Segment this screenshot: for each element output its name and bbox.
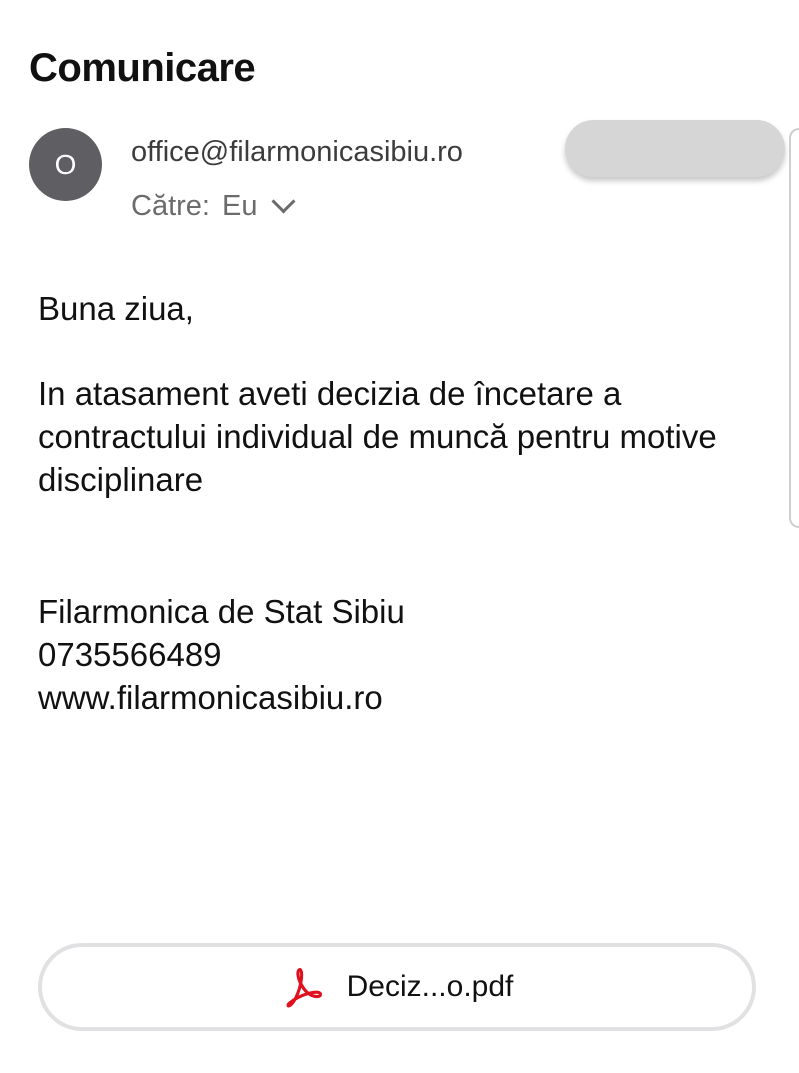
email-greeting: Buna ziua, <box>38 290 194 327</box>
recipient-value: Eu <box>221 190 258 222</box>
avatar-initial: O <box>54 148 77 180</box>
recipient-label: Către: <box>131 190 210 222</box>
signature-name: Filarmonica de Stat Sibiu <box>38 593 405 630</box>
signature-phone[interactable]: 0735566489 <box>38 633 222 676</box>
email-message: In atasament aveti decizia de încetare a… <box>38 375 717 498</box>
email-subject: Comunicare <box>29 46 256 90</box>
redacted-area <box>565 120 785 177</box>
attachment-button[interactable]: Deciz...o.pdf <box>38 943 756 1031</box>
sender-address[interactable]: office@filarmonicasibiu.ro <box>131 136 463 169</box>
recipient-details-toggle[interactable]: Către: Eu <box>131 189 296 223</box>
sender-avatar[interactable]: O <box>29 128 102 201</box>
signature-website[interactable]: www.filarmonicasibiu.ro <box>38 676 383 719</box>
chevron-down-icon[interactable] <box>271 189 296 214</box>
pdf-icon <box>286 968 322 1008</box>
side-panel-edge[interactable] <box>789 128 799 528</box>
attachment-filename: Deciz...o.pdf <box>346 970 514 1003</box>
